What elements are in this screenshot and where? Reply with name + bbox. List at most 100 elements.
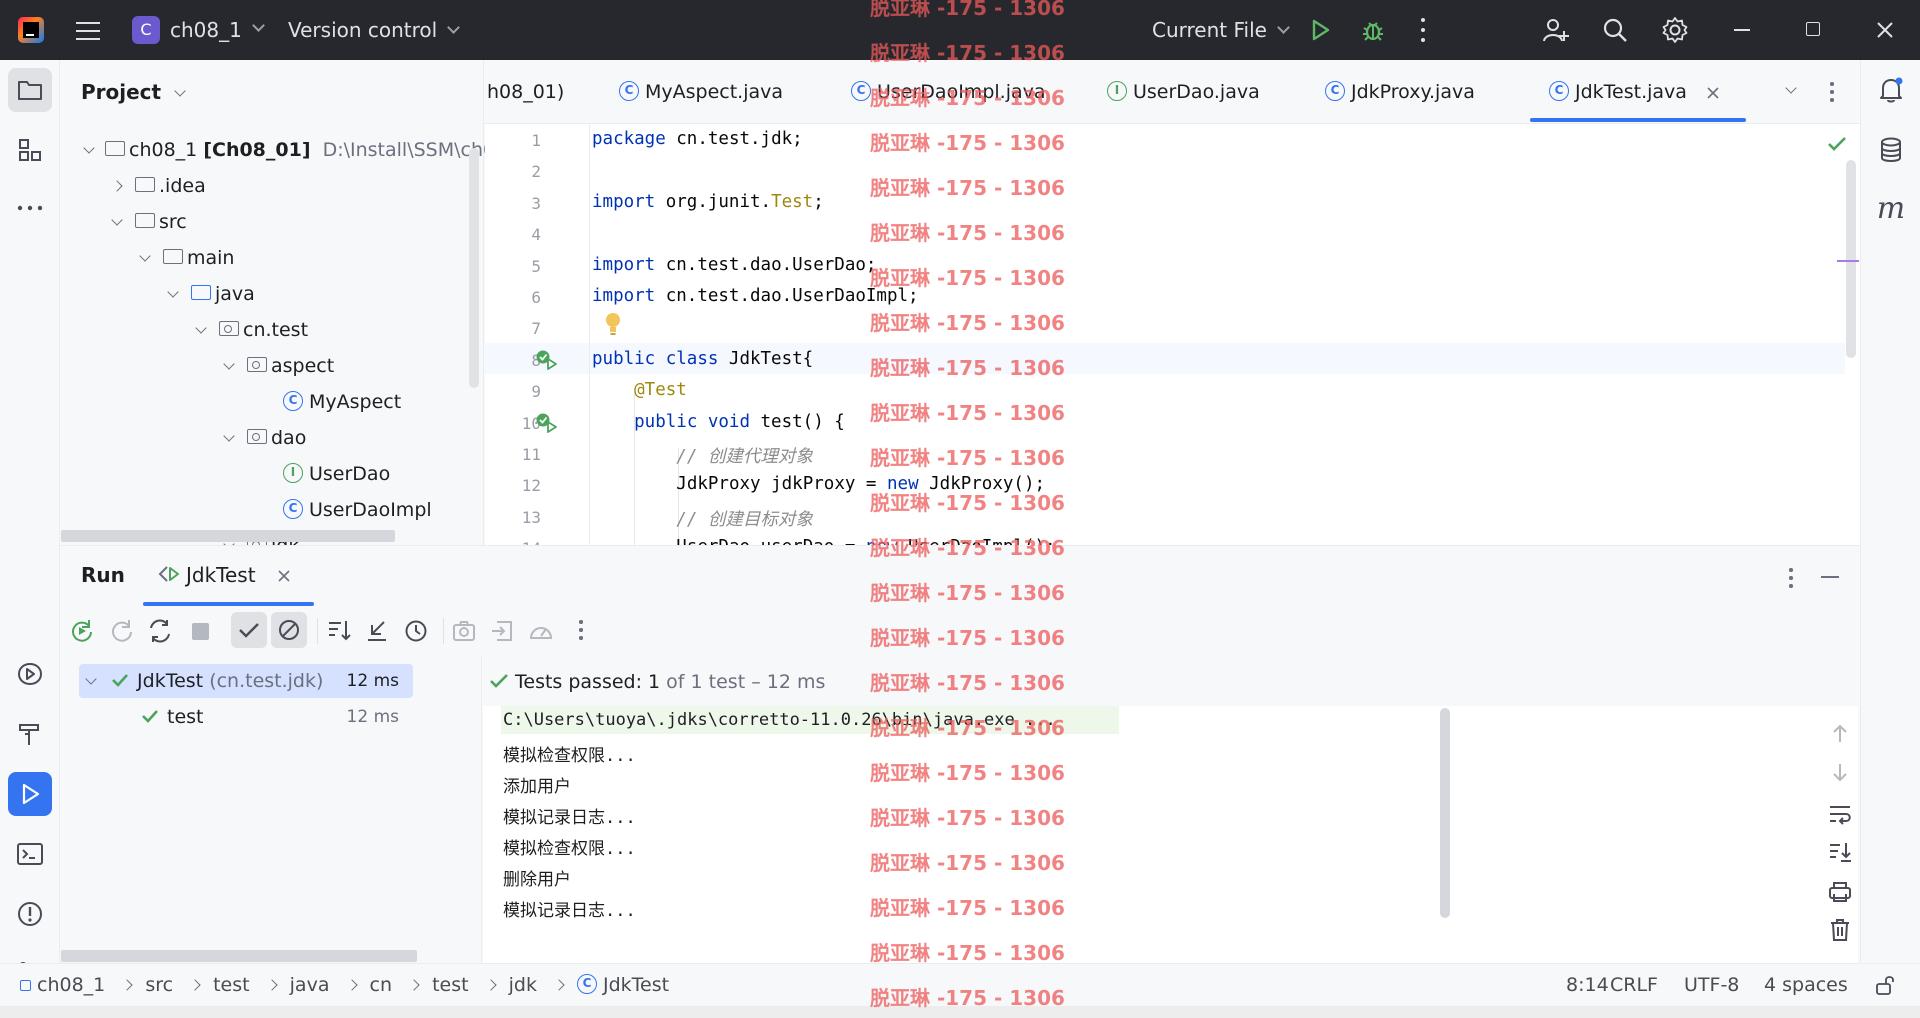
caret-position[interactable]: 8:14	[1566, 964, 1609, 1007]
search-icon[interactable]	[1602, 17, 1628, 43]
close-tab-icon[interactable]	[1707, 87, 1719, 99]
tree-item-idea[interactable]: .idea	[111, 168, 206, 204]
run-tool-button[interactable]	[8, 772, 52, 816]
line-separator[interactable]: CRLF	[1610, 964, 1658, 1007]
test-tree-scrollbar[interactable]	[61, 950, 417, 962]
services-tool-button[interactable]	[8, 652, 52, 696]
problems-tool-button[interactable]	[8, 892, 52, 936]
inspection-ok-icon[interactable]	[1827, 136, 1847, 152]
clear-all-icon[interactable]	[1827, 918, 1853, 942]
test-row-test[interactable]: test 12 ms	[79, 700, 413, 734]
tree-item-userdaoimpl[interactable]: C UserDaoImpl	[283, 492, 432, 528]
show-passed-toggle[interactable]	[231, 612, 267, 648]
tab-list-chevron-icon[interactable]	[1785, 82, 1797, 94]
indent-setting[interactable]: 4 spaces	[1764, 964, 1848, 1007]
lightbulb-icon[interactable]	[604, 312, 622, 336]
project-widget[interactable]: C ch08_1	[132, 14, 265, 46]
toggle-auto-test-icon[interactable]	[147, 618, 173, 644]
tab-userdaoimpl[interactable]: C UserDaoImpl.java	[851, 60, 1046, 124]
intellij-logo-icon[interactable]	[18, 17, 44, 43]
breadcrumb-item[interactable]: ch08_1	[37, 974, 105, 996]
run-gutter-icon[interactable]	[535, 411, 559, 433]
database-tool-button[interactable]	[1869, 128, 1913, 172]
run-gutter-icon[interactable]	[535, 348, 559, 370]
screenshot-icon[interactable]	[451, 618, 477, 644]
soft-wrap-icon[interactable]	[1827, 802, 1853, 826]
show-ignored-toggle[interactable]	[271, 612, 307, 648]
breadcrumb-item[interactable]: cn	[370, 974, 393, 996]
speedometer-icon[interactable]	[527, 618, 555, 644]
breadcrumb-item[interactable]: test	[432, 974, 469, 996]
restore-button[interactable]	[1806, 22, 1820, 36]
print-icon[interactable]	[1827, 880, 1853, 904]
minimize-button[interactable]	[1734, 29, 1750, 31]
breadcrumb-item[interactable]: test	[213, 974, 250, 996]
run-config-selector[interactable]: Current File	[1152, 0, 1290, 60]
run-panel: Run JdkTest JdkTest (cn.test.jdk) 12 ms …	[61, 545, 1860, 964]
tree-item-aspect[interactable]: aspect	[223, 348, 334, 384]
notifications-button[interactable]	[1869, 68, 1913, 112]
tab-jdkproxy[interactable]: C JdkProxy.java	[1325, 60, 1475, 124]
editor-scrollbar[interactable]	[1846, 160, 1856, 358]
history-icon[interactable]	[403, 618, 429, 644]
run-icon[interactable]	[1308, 18, 1332, 42]
file-encoding[interactable]: UTF-8	[1684, 964, 1739, 1007]
window-bottom-edge	[0, 1006, 1920, 1018]
rerun-icon[interactable]	[69, 618, 95, 644]
tree-item-dao[interactable]: dao	[223, 420, 306, 456]
class-icon: C	[851, 80, 871, 101]
tab-jdktest[interactable]: C JdkTest.java	[1549, 60, 1719, 124]
hide-panel-button[interactable]	[1821, 576, 1839, 578]
scroll-down-icon[interactable]	[1829, 760, 1851, 784]
stop-button[interactable]	[192, 623, 209, 640]
project-horizontal-scrollbar[interactable]	[61, 530, 395, 542]
tab-myaspect[interactable]: C MyAspect.java	[619, 60, 783, 124]
tree-item-ch08_1[interactable]: ch08_1 [Ch08_01] D:\Install\SSM\ch08_1	[83, 132, 529, 168]
code-editor[interactable]: 1 package cn.test.jdk; 2 3 import org.junit.Te…	[485, 124, 1860, 545]
scroll-to-end-icon[interactable]	[1827, 840, 1853, 864]
breadcrumb-item[interactable]: java	[290, 974, 330, 996]
import-tests-icon[interactable]	[489, 618, 515, 644]
breadcrumb-item[interactable]: src	[145, 974, 173, 996]
tree-item-userdao[interactable]: I UserDao	[283, 456, 390, 492]
tree-item-src[interactable]: src	[111, 204, 187, 240]
run-panel-options-icon[interactable]	[1789, 568, 1793, 590]
main-menu-icon[interactable]	[76, 20, 100, 40]
console-vertical-scrollbar[interactable]	[1440, 708, 1450, 918]
version-control-menu[interactable]: Version control	[288, 0, 461, 60]
debug-icon[interactable]	[1360, 17, 1386, 43]
breadcrumb-item[interactable]: JdkTest	[603, 974, 669, 996]
close-tab-icon[interactable]	[278, 570, 290, 582]
run-tab-jdktest[interactable]: JdkTest	[158, 546, 290, 604]
rerun-failed-icon[interactable]	[109, 618, 135, 644]
build-tool-button[interactable]	[8, 712, 52, 756]
tab-partial[interactable]: h08_01)	[487, 60, 564, 124]
maven-tool-button[interactable]: m	[1869, 186, 1913, 230]
toolbar-more-icon[interactable]	[579, 620, 583, 642]
test-tree: JdkTest (cn.test.jdk) 12 ms test 12 ms	[61, 656, 482, 964]
project-panel-header[interactable]: Project	[81, 60, 186, 124]
structure-tool-button[interactable]	[8, 128, 52, 172]
close-window-button[interactable]	[1876, 21, 1894, 39]
test-row-jdktest[interactable]: JdkTest (cn.test.jdk) 12 ms	[79, 664, 413, 698]
add-user-icon[interactable]	[1542, 16, 1570, 44]
console-output[interactable]: C:\Users\tuoya\.jdks\corretto-11.0.26\bi…	[483, 706, 1858, 964]
project-vertical-scrollbar[interactable]	[469, 148, 479, 388]
console-line: 模拟检查权限...	[503, 746, 636, 766]
project-tool-button[interactable]	[8, 68, 52, 112]
tree-item-myaspect[interactable]: C MyAspect	[283, 384, 401, 420]
scroll-up-icon[interactable]	[1829, 722, 1851, 746]
more-actions-icon[interactable]	[1421, 18, 1425, 42]
tree-item-cn-test[interactable]: cn.test	[195, 312, 308, 348]
tree-item-main[interactable]: main	[139, 240, 234, 276]
tab-userdao[interactable]: I UserDao.java	[1107, 60, 1260, 124]
collapse-all-icon[interactable]	[364, 618, 390, 644]
tree-item-java[interactable]: java	[167, 276, 255, 312]
editor-more-icon[interactable]	[1830, 82, 1834, 104]
breadcrumb-item[interactable]: jdk	[509, 974, 537, 996]
sort-icon[interactable]	[325, 618, 353, 644]
read-only-lock-icon[interactable]	[1874, 974, 1896, 996]
terminal-tool-button[interactable]	[8, 832, 52, 876]
settings-gear-icon[interactable]	[1661, 16, 1689, 44]
more-tools-button[interactable]	[8, 186, 52, 230]
